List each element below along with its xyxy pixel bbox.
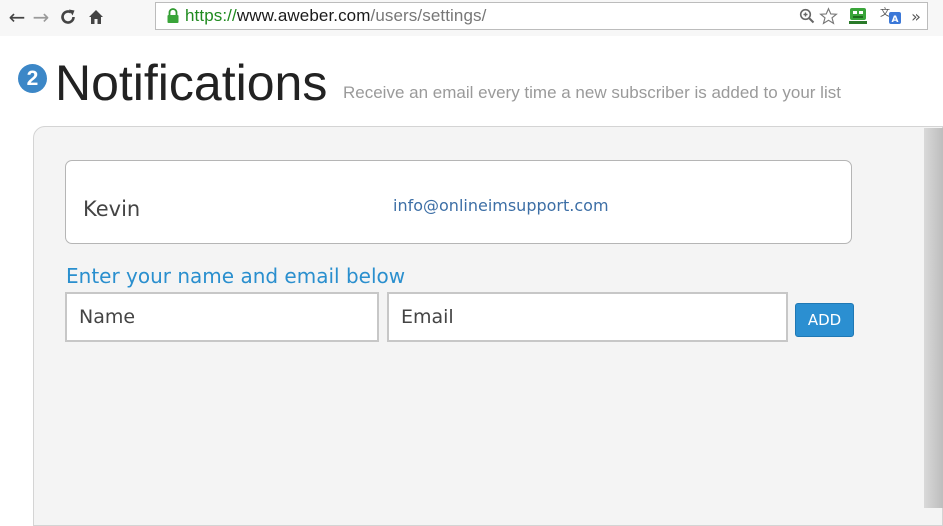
subscriber-name: Kevin — [83, 197, 141, 221]
subscriber-list-item: Kevin info@onlineimsupport.com — [65, 160, 852, 244]
back-arrow-icon[interactable]: ← — [6, 4, 28, 30]
address-bar[interactable]: https://www.aweber.com/users/settings/ 文… — [155, 2, 928, 30]
name-input[interactable] — [65, 292, 379, 342]
page-title: Notifications — [55, 55, 328, 111]
url-host: www.aweber.com — [236, 6, 371, 25]
svg-text:A: A — [892, 15, 899, 25]
lock-icon — [167, 8, 179, 23]
overflow-chevron[interactable]: » — [905, 7, 927, 26]
url-scheme: https:// — [185, 6, 237, 25]
url-path: /users/settings/ — [370, 6, 487, 25]
star-icon[interactable] — [817, 6, 839, 26]
panel-shadow — [924, 128, 943, 508]
url-text[interactable]: https://www.aweber.com/users/settings/ — [185, 6, 486, 26]
form-instruction: Enter your name and email below — [66, 264, 406, 288]
svg-text:文: 文 — [880, 6, 890, 19]
forward-arrow-icon[interactable]: → — [30, 4, 52, 30]
extension-icon[interactable] — [839, 6, 877, 26]
page-subtitle: Receive an email every time a new subscr… — [343, 83, 841, 102]
email-input[interactable] — [387, 292, 788, 342]
add-button[interactable]: ADD — [795, 303, 854, 337]
subscriber-email[interactable]: info@onlineimsupport.com — [393, 196, 609, 215]
zoom-icon[interactable] — [797, 8, 817, 24]
step-number-badge: 2 — [18, 64, 47, 93]
translate-icon[interactable]: 文A — [877, 6, 905, 26]
home-icon[interactable] — [84, 4, 108, 30]
browser-toolbar: ← → https://www.aweber.com/users/setting… — [0, 0, 943, 36]
address-bar-icons: 文A » — [797, 3, 927, 29]
reload-icon[interactable] — [56, 4, 80, 30]
